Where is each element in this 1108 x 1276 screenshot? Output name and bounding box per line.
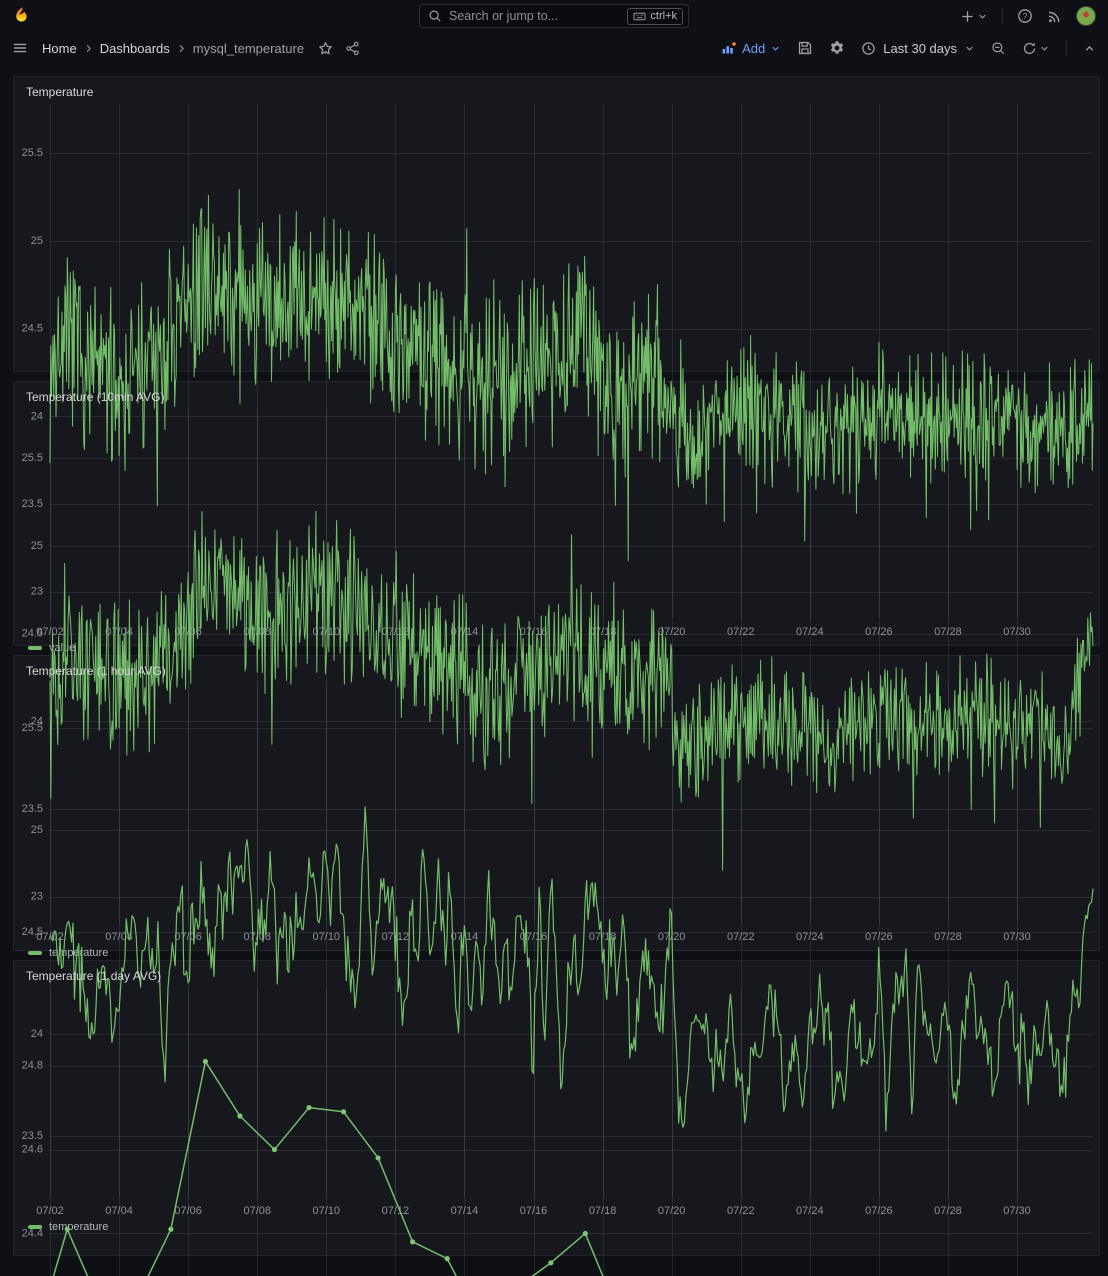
chevron-right-icon [83, 43, 94, 54]
time-range-picker[interactable]: Last 30 days [861, 41, 975, 56]
add-button-label: Add [742, 41, 765, 56]
divider [1066, 40, 1067, 56]
panel-title[interactable]: Temperature [14, 77, 1099, 99]
menu-button[interactable] [12, 40, 28, 56]
grafana-logo[interactable] [12, 6, 32, 26]
rss-icon [1047, 9, 1062, 24]
new-button[interactable] [960, 9, 988, 24]
favorite-button[interactable] [318, 41, 333, 56]
toolbar-actions: Add Last 30 days [721, 40, 1096, 56]
help-button[interactable]: ? [1017, 8, 1033, 24]
search-input[interactable]: Search or jump to... ctrl+k [419, 4, 689, 28]
chevron-down-icon [964, 43, 975, 54]
breadcrumb-dashboards[interactable]: Dashboards [100, 41, 170, 56]
search-placeholder: Search or jump to... [449, 9, 627, 23]
svg-text:?: ? [1023, 11, 1028, 21]
keyboard-icon [633, 10, 646, 23]
share-button[interactable] [345, 41, 360, 56]
panel-title[interactable]: Temperature (1 hour AVG) [14, 656, 1099, 678]
add-panel-icon [721, 40, 737, 56]
star-icon [318, 41, 333, 56]
search-icon [428, 9, 442, 23]
save-icon [797, 40, 813, 56]
chevron-right-icon [176, 43, 187, 54]
news-button[interactable] [1047, 9, 1062, 24]
dashboard-toolbar: Home Dashboards mysql_temperature [0, 32, 1108, 64]
panel-title[interactable]: Temperature (10min AVG) [14, 382, 1099, 404]
dashboard-settings-button[interactable] [829, 40, 845, 56]
breadcrumb-home[interactable]: Home [42, 41, 77, 56]
search-shortcut: ctrl+k [627, 8, 683, 25]
gear-icon [829, 40, 845, 56]
temperature-1day-chart-canvas[interactable] [14, 983, 1099, 1276]
divider [1002, 8, 1003, 24]
time-range-label: Last 30 days [883, 41, 957, 56]
top-nav: Search or jump to... ctrl+k ? [0, 0, 1108, 32]
save-dashboard-button[interactable] [797, 40, 813, 56]
zoom-out-button[interactable] [991, 41, 1006, 56]
breadcrumb-current: mysql_temperature [193, 41, 304, 56]
breadcrumb: Home Dashboards mysql_temperature [42, 41, 360, 56]
add-button[interactable]: Add [721, 40, 781, 56]
panel-temperature-1day-avg: Temperature (1 day AVG) temperature [13, 960, 1100, 1256]
refresh-icon [1022, 41, 1037, 56]
panel-title[interactable]: Temperature (1 day AVG) [14, 961, 1099, 983]
chevron-down-icon [1039, 43, 1050, 54]
chevron-down-icon [770, 43, 781, 54]
nav-actions: ? [960, 6, 1096, 26]
panel-temperature-1hour-avg: Temperature (1 hour AVG) temperature [13, 655, 1100, 951]
panel-temperature: Temperature value [13, 76, 1100, 372]
plus-icon [960, 9, 975, 24]
clock-icon [861, 41, 876, 56]
collapse-toolbar-button[interactable] [1083, 42, 1096, 55]
menu-icon [12, 40, 28, 56]
help-icon: ? [1017, 8, 1033, 24]
avatar[interactable] [1076, 6, 1096, 26]
chevron-up-icon [1083, 42, 1096, 55]
share-icon [345, 41, 360, 56]
chevron-down-icon [977, 11, 988, 22]
zoom-out-icon [991, 41, 1006, 56]
dashboard-panels: Temperature value Temperature (10min AVG… [0, 64, 1108, 1256]
refresh-button[interactable] [1022, 41, 1050, 56]
panel-temperature-10min-avg: Temperature (10min AVG) temperature [13, 381, 1100, 646]
